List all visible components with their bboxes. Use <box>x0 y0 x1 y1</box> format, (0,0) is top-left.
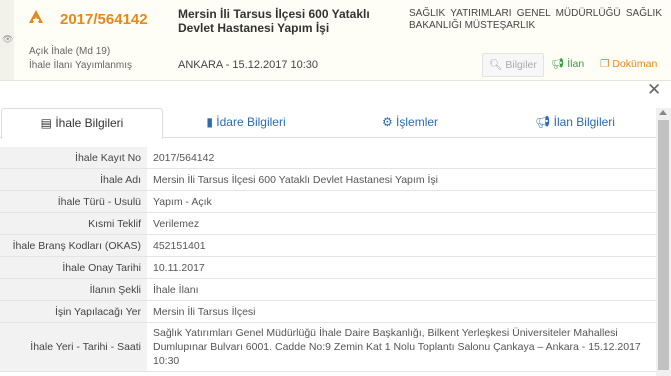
tab-idare-label: İdare Bilgileri <box>216 115 286 129</box>
table-row: İhale Yeri - Tarihi - Saati Sağlık Yatır… <box>0 322 656 372</box>
bullhorn-icon: 📢︎ <box>535 115 551 129</box>
tab-ilan-label: İlan Bilgileri <box>553 115 615 129</box>
row-value: Mersin İli Tarsus İlçesi 600 Yataklı Dev… <box>147 168 656 191</box>
table-row: Kısmi Teklif Verilemez <box>0 212 656 235</box>
tender-number: 2017/564142 <box>60 11 148 28</box>
search-icon: 🔍︎ <box>489 59 503 71</box>
bilgiler-button-label: Bilgiler <box>505 59 537 71</box>
row-label: Kısmi Teklif <box>0 212 147 235</box>
dokuman-button-label: Doküman <box>612 58 658 70</box>
row-value: 10.11.2017 <box>147 256 656 279</box>
tender-stage: İhale İlanı Yayımlanmış <box>29 60 133 71</box>
dokuman-button[interactable]: ❐ Doküman <box>600 53 657 75</box>
tender-status-glyph <box>29 10 43 23</box>
ilan-button-label: İlan <box>567 58 585 70</box>
bilgiler-button[interactable]: 🔍︎ Bilgiler <box>482 53 544 77</box>
tab-ihale-bilgileri[interactable]: ▤ İhale Bilgileri <box>1 108 163 139</box>
table-row: İhale Kayıt No 2017/564142 <box>0 146 656 169</box>
scroll-thumb[interactable] <box>658 120 669 370</box>
tab-islemler-label: İşlemler <box>396 115 439 129</box>
tab-bar: ▤ İhale Bilgileri ▮ İdare Bilgileri ⚙ İş… <box>0 108 656 139</box>
row-value: Mersin İli Tarsus İlçesi <box>147 300 656 323</box>
eye-icon[interactable]: 👁 <box>2 34 13 44</box>
file-icon: ▤ <box>40 116 52 130</box>
header-side-strip: 👁 <box>0 0 14 80</box>
row-label: İşin Yapılacağı Yer <box>0 300 147 323</box>
table-row: İşin Yapılacağı Yer Mersin İli Tarsus İl… <box>0 300 656 323</box>
tender-header: 👁 2017/564142 Açık İhale (Md 19) İhale İ… <box>0 0 671 81</box>
tender-place-date: ANKARA - 15.12.2017 10:30 <box>178 59 319 71</box>
row-label: İhale Branş Kodları (OKAS) <box>0 234 147 257</box>
row-label: İhale Onay Tarihi <box>0 256 147 279</box>
row-label: İhale Adı <box>0 168 147 191</box>
tender-title: Mersin İli Tarsus İlçesi 600 Yataklı Dev… <box>178 7 370 35</box>
row-label: İhale Kayıt No <box>0 146 147 169</box>
scroll-up-arrow-icon[interactable] <box>659 110 667 115</box>
bullhorn-icon: 📢︎ <box>551 58 565 70</box>
ilan-button[interactable]: 📢︎ İlan <box>551 53 584 75</box>
row-value: Verilemez <box>147 212 656 235</box>
row-value: 452151401 <box>147 234 656 257</box>
tender-procedure: Açık İhale (Md 19) <box>29 46 111 57</box>
table-row: İhale Türü - Usulü Yapım - Açık <box>0 190 656 213</box>
row-value: Sağlık Yatırımları Genel Müdürlüğü İhale… <box>147 322 656 372</box>
book-icon: ▮ <box>206 115 213 129</box>
tender-details-table: İhale Kayıt No 2017/564142 İhale Adı Mer… <box>0 146 656 372</box>
document-icon: ❐ <box>600 58 610 70</box>
row-label: İlanın Şekli <box>0 278 147 301</box>
tab-ihale-label: İhale Bilgileri <box>55 116 124 130</box>
row-label: İhale Yeri - Tarihi - Saati <box>0 322 147 372</box>
bullhorn-icon <box>28 9 44 30</box>
tab-islemler[interactable]: ⚙ İşlemler <box>370 108 450 137</box>
table-row: İhale Onay Tarihi 10.11.2017 <box>0 256 656 279</box>
row-value: İhale İlanı <box>147 278 656 301</box>
row-value: Yapım - Açık <box>147 190 656 213</box>
tab-idare-bilgileri[interactable]: ▮ İdare Bilgileri <box>196 108 296 137</box>
gears-icon: ⚙ <box>381 115 393 129</box>
tab-ilan-bilgileri[interactable]: 📢︎ İlan Bilgileri <box>530 108 620 137</box>
table-row: İlanın Şekli İhale İlanı <box>0 278 656 301</box>
vertical-scrollbar[interactable] <box>656 108 671 376</box>
row-value: 2017/564142 <box>147 146 656 169</box>
table-row: İhale Branş Kodları (OKAS) 452151401 <box>0 234 656 257</box>
administration-name: SAĞLIK YATIRIMLARI GENEL MÜDÜRLÜĞÜ SAĞLI… <box>409 8 662 31</box>
close-icon[interactable]: ✕ <box>647 80 661 100</box>
table-row: İhale Adı Mersin İli Tarsus İlçesi 600 Y… <box>0 168 656 191</box>
row-label: İhale Türü - Usulü <box>0 190 147 213</box>
